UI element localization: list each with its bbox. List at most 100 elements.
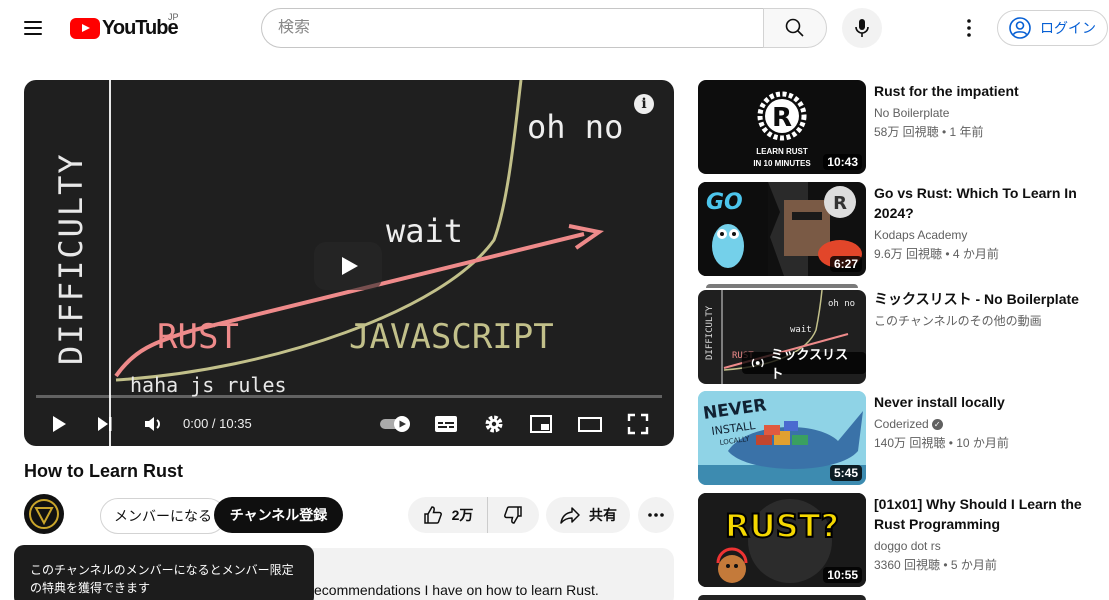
recommendation-item[interactable]: DIFFICULTY oh no wait RUST ミックスリスト ミックスリ… [698, 284, 1098, 384]
video-thumbnail[interactable]: GO R 6:27 [698, 182, 866, 276]
thumb-text: GO [706, 190, 743, 215]
like-count: 2万 [451, 507, 474, 523]
duration-badge: 5:45 [829, 465, 862, 481]
toggle-icon [380, 416, 410, 432]
video-thumbnail[interactable]: RUST? 10:55 [698, 493, 866, 587]
volume-button[interactable] [139, 410, 167, 438]
channel-name[interactable]: Coderized ✓ [874, 417, 943, 431]
duration-badge: 10:43 [823, 154, 862, 170]
duration-badge: 10:55 [823, 567, 862, 583]
settings-menu-button[interactable] [953, 12, 985, 44]
youtube-logo[interactable]: YouTube [70, 16, 179, 40]
subscribe-button[interactable]: チャンネル登録 [214, 497, 343, 533]
play-icon [53, 416, 66, 432]
recommendation-item[interactable]: NEVER INSTALL LOCALLY 5:45 Never install… [698, 391, 1098, 485]
video-thumbnail[interactable] [698, 595, 866, 600]
search-button[interactable] [763, 8, 827, 48]
wait-text: wait [790, 325, 812, 335]
view-meta: 3360 回視聴 • 5 か月前 [874, 558, 997, 572]
recommendation-item[interactable]: GO R 6:27 Go vs Rust: Which To Learn In … [698, 182, 1098, 276]
difficulty-text: DIFFICULTY [52, 152, 90, 365]
video-thumbnail[interactable]: R LEARN RUST IN 10 MINUTES 10:43 [698, 80, 866, 174]
more-horizontal-icon [648, 513, 664, 517]
region-code: JP [168, 12, 179, 22]
search-input[interactable] [278, 19, 748, 37]
share-button[interactable]: 共有 [546, 497, 630, 533]
video-player[interactable]: DIFFICULTY oh no wait RUST JAVASCRIPT ha… [24, 80, 674, 446]
oh-no-text: oh no [527, 108, 623, 146]
channel-name[interactable]: doggo dot rs [874, 539, 941, 553]
voice-search-button[interactable] [842, 8, 882, 48]
membership-tooltip: このチャンネルのメンバーになるとメンバー限定 の特典を獲得できます [14, 545, 314, 600]
autoplay-toggle[interactable] [379, 410, 413, 438]
tooltip-line-2: の特典を獲得できます [30, 581, 151, 595]
share-icon [560, 507, 580, 524]
mix-badge: ミックスリスト [742, 347, 866, 381]
mix-thumbnail[interactable]: DIFFICULTY oh no wait RUST ミックスリスト [698, 290, 866, 384]
channel-logo-icon [29, 499, 59, 529]
channel-name[interactable]: No Boilerplate [874, 106, 949, 120]
recommendation-item[interactable]: R LEARN RUST IN 10 MINUTES 10:43 Rust fo… [698, 80, 1098, 174]
time-display: 0:00 / 10:35 [183, 416, 252, 431]
video-title: How to Learn Rust [24, 461, 184, 481]
login-button[interactable]: ログイン [997, 10, 1108, 46]
theater-mode-button[interactable] [576, 410, 604, 438]
join-membership-button[interactable]: メンバーになる [100, 498, 226, 534]
svg-text:R: R [772, 103, 792, 133]
account-icon [1009, 17, 1031, 39]
info-icon[interactable]: i [634, 94, 654, 114]
fullscreen-icon [627, 413, 649, 435]
video-thumbnail[interactable]: NEVER INSTALL LOCALLY 5:45 [698, 391, 866, 485]
recommendation-title[interactable]: ミックスリスト - No Boilerplate [874, 289, 1088, 309]
large-play-button[interactable] [314, 242, 382, 290]
mix-label: ミックスリスト [770, 347, 849, 381]
more-vertical-icon [967, 19, 971, 37]
recommendation-item[interactable]: RUST? 10:55 [01x01] Why Should I Learn t… [698, 493, 1098, 587]
youtube-logo-icon [70, 17, 100, 39]
recommendation-title[interactable]: [01x01] Why Should I Learn the Rust Prog… [874, 494, 1088, 534]
subtitles-icon [435, 416, 457, 432]
player-controls: 0:00 / 10:35 [24, 402, 674, 446]
logo-text: YouTube [102, 16, 179, 39]
miniplayer-button[interactable] [527, 410, 555, 438]
mix-stack [706, 284, 858, 288]
thumbs-up-icon [423, 506, 442, 524]
dislike-button[interactable] [488, 497, 538, 533]
gear-icon [485, 415, 503, 433]
volume-icon [145, 417, 160, 431]
thumbs-down-icon [504, 506, 522, 524]
thumb-text: RUST? [725, 507, 839, 545]
progress-bar[interactable] [36, 395, 662, 398]
fullscreen-button[interactable] [624, 410, 652, 438]
search-icon [785, 18, 804, 37]
recommendation-item[interactable] [698, 595, 1098, 600]
subtitles-button[interactable] [432, 410, 460, 438]
like-button[interactable]: 2万 [408, 497, 488, 533]
login-label: ログイン [1040, 20, 1096, 36]
like-dislike-group: 2万 [408, 497, 539, 533]
haha-text: haha js rules [130, 373, 287, 397]
view-meta: 58万 回視聴 • 1 年前 [874, 125, 984, 139]
difficulty-text: DIFFICULTY [705, 305, 715, 360]
verified-badge-icon: ✓ [931, 419, 943, 431]
view-meta: 9.6万 回視聴 • 4 か月前 [874, 247, 999, 261]
menu-icon[interactable] [24, 18, 46, 38]
share-label: 共有 [589, 507, 617, 523]
recommendation-title[interactable]: Never install locally [874, 392, 1088, 412]
recommendation-title[interactable]: Go vs Rust: Which To Learn In 2024? [874, 183, 1088, 223]
rust-text: RUST [157, 317, 239, 357]
tooltip-line-1: このチャンネルのメンバーになるとメンバー限定 [30, 563, 294, 577]
settings-button[interactable] [480, 410, 508, 438]
view-meta: 140万 回視聴 • 10 か月前 [874, 436, 1009, 450]
more-actions-button[interactable] [638, 497, 674, 533]
play-button[interactable] [45, 410, 73, 438]
channel-name-text: Coderized [874, 417, 929, 431]
next-icon [98, 417, 112, 431]
theater-icon [578, 417, 602, 432]
recommendation-title[interactable]: Rust for the impatient [874, 81, 1088, 101]
channel-name[interactable]: Kodaps Academy [874, 228, 967, 242]
channel-avatar[interactable] [24, 494, 64, 534]
next-button[interactable] [91, 410, 119, 438]
channel-name[interactable]: このチャンネルのその他の動画 [874, 312, 1042, 329]
masthead: YouTube JP ログイン [0, 0, 1109, 56]
